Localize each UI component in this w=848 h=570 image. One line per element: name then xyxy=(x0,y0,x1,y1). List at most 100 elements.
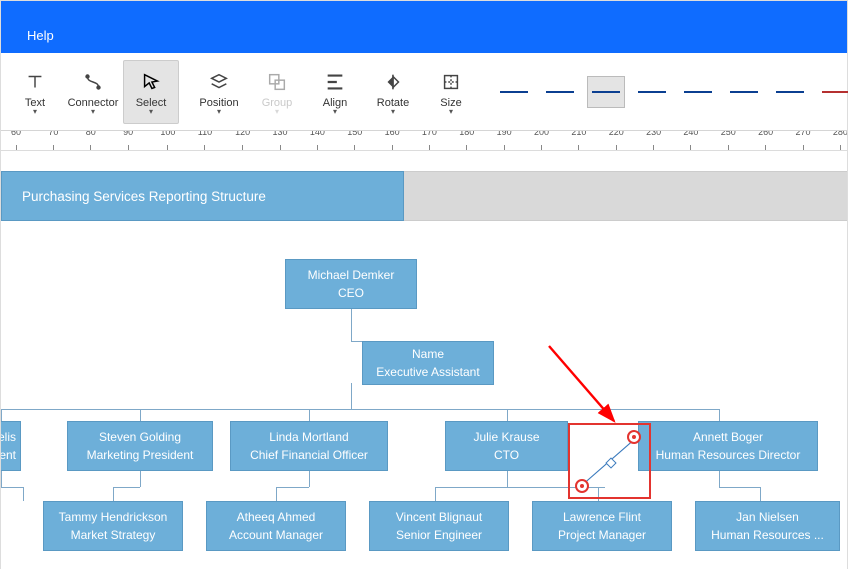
connector-line xyxy=(719,471,720,487)
connector-line xyxy=(276,487,277,501)
node-name: Annett Boger xyxy=(693,428,763,446)
chevron-down-icon: ▾ xyxy=(33,109,37,115)
connector-line xyxy=(351,309,352,341)
connector-line xyxy=(113,487,140,488)
org-node[interactable]: Jan Nielsen Human Resources ... xyxy=(695,501,840,551)
org-node[interactable]: Annett Boger Human Resources Director xyxy=(638,421,818,471)
ribbon: Text ▾ Connector ▾ Select ▾ Position ▾ G… xyxy=(1,53,847,131)
line-style-swatch[interactable] xyxy=(679,76,717,108)
node-title: Market Strategy xyxy=(71,526,156,544)
select-tool-button[interactable]: Select ▾ xyxy=(123,60,179,124)
node-name: Julie Krause xyxy=(473,428,539,446)
node-name: elis xyxy=(1,428,16,446)
menu-help[interactable]: Help xyxy=(21,24,60,47)
line-style-swatch[interactable] xyxy=(541,76,579,108)
connector-line xyxy=(435,487,436,501)
node-name: Jan Nielsen xyxy=(736,508,799,526)
node-title: Account Manager xyxy=(229,526,323,544)
connector-tool-button[interactable]: Connector ▾ xyxy=(65,60,121,124)
connector-line xyxy=(1,409,2,421)
ruler-tick: 120 xyxy=(235,135,250,150)
connector-line xyxy=(719,487,761,488)
canvas[interactable]: Purchasing Services Reporting Structure … xyxy=(1,151,847,570)
ruler-tick: 260 xyxy=(758,135,773,150)
connector-line xyxy=(507,471,508,487)
diagram-title[interactable]: Purchasing Services Reporting Structure xyxy=(1,171,404,221)
connector-line xyxy=(140,409,141,421)
org-node[interactable]: Atheeq Ahmed Account Manager xyxy=(206,501,346,551)
node-title: Executive Assistant xyxy=(376,363,479,381)
position-button[interactable]: Position ▾ xyxy=(191,60,247,124)
connector-line xyxy=(1,471,2,487)
titlebar: Help xyxy=(1,1,847,53)
text-tool-button[interactable]: Text ▾ xyxy=(7,60,63,124)
org-node[interactable]: Tammy Hendrickson Market Strategy xyxy=(43,501,183,551)
connector-line xyxy=(309,409,310,421)
node-name: Linda Mortland xyxy=(269,428,348,446)
node-name: Name xyxy=(412,345,444,363)
chevron-down-icon: ▾ xyxy=(91,109,95,115)
node-name: Lawrence Flint xyxy=(563,508,641,526)
endpoint-handle[interactable] xyxy=(575,479,589,493)
line-style-swatch[interactable] xyxy=(633,76,671,108)
ruler-tick: 250 xyxy=(721,135,736,150)
connector-line xyxy=(1,487,23,488)
connector-line xyxy=(760,487,761,501)
line-style-swatch[interactable] xyxy=(725,76,763,108)
org-node[interactable]: Lawrence Flint Project Manager xyxy=(532,501,672,551)
connector-icon xyxy=(82,69,104,95)
ruler-tick: 160 xyxy=(385,135,400,150)
group-button: Group ▾ xyxy=(249,60,305,124)
ruler-tick: 270 xyxy=(795,135,810,150)
org-node[interactable]: Linda Mortland Chief Financial Officer xyxy=(230,421,388,471)
size-icon xyxy=(440,69,462,95)
endpoint-handle[interactable] xyxy=(627,430,641,444)
chevron-down-icon: ▾ xyxy=(217,109,221,115)
line-style-swatch[interactable] xyxy=(495,76,533,108)
node-title: Senior Engineer xyxy=(396,526,482,544)
ruler-tick: 90 xyxy=(123,135,133,150)
org-node-ea[interactable]: Name Executive Assistant xyxy=(362,341,494,385)
ruler-tick: 170 xyxy=(422,135,437,150)
node-title: dent xyxy=(1,446,16,464)
group-icon xyxy=(266,69,288,95)
ruler-tick: 200 xyxy=(534,135,549,150)
org-node[interactable]: Vincent Blignaut Senior Engineer xyxy=(369,501,509,551)
connector-line xyxy=(140,471,141,487)
ruler-tick: 130 xyxy=(272,135,287,150)
layers-icon xyxy=(208,69,230,95)
ruler-tick: 220 xyxy=(609,135,624,150)
horizontal-ruler: 6070809010011012013014015016017018019020… xyxy=(1,131,847,151)
annotation-arrow xyxy=(549,346,629,436)
style-swatches xyxy=(495,76,848,108)
connector-line xyxy=(507,409,508,421)
node-title: Human Resources Director xyxy=(656,446,801,464)
align-button[interactable]: Align ▾ xyxy=(307,60,363,124)
org-node[interactable]: Steven Golding Marketing President xyxy=(67,421,213,471)
org-node-ceo[interactable]: Michael Demker CEO xyxy=(285,259,417,309)
align-icon xyxy=(324,69,346,95)
org-node[interactable]: elis dent xyxy=(1,421,21,471)
ruler-tick: 80 xyxy=(86,135,96,150)
node-name: Atheeq Ahmed xyxy=(237,508,316,526)
node-title: Marketing President xyxy=(87,446,194,464)
size-button[interactable]: Size ▾ xyxy=(423,60,479,124)
ruler-tick: 240 xyxy=(683,135,698,150)
connector-line xyxy=(351,383,352,409)
ruler-tick: 210 xyxy=(571,135,586,150)
line-style-swatch[interactable] xyxy=(587,76,625,108)
chevron-down-icon: ▾ xyxy=(149,109,153,115)
banner-spacer xyxy=(404,171,847,221)
node-title: CEO xyxy=(338,284,364,302)
ruler-tick: 230 xyxy=(646,135,661,150)
node-name: Steven Golding xyxy=(99,428,181,446)
chevron-down-icon: ▾ xyxy=(333,109,337,115)
connector-line xyxy=(276,487,309,488)
line-style-swatch[interactable] xyxy=(817,76,848,108)
node-title: Project Manager xyxy=(558,526,646,544)
rotate-button[interactable]: Rotate ▾ xyxy=(365,60,421,124)
ruler-tick: 180 xyxy=(459,135,474,150)
ruler-tick: 100 xyxy=(160,135,175,150)
line-style-swatch[interactable] xyxy=(771,76,809,108)
ruler-tick: 110 xyxy=(198,135,212,150)
